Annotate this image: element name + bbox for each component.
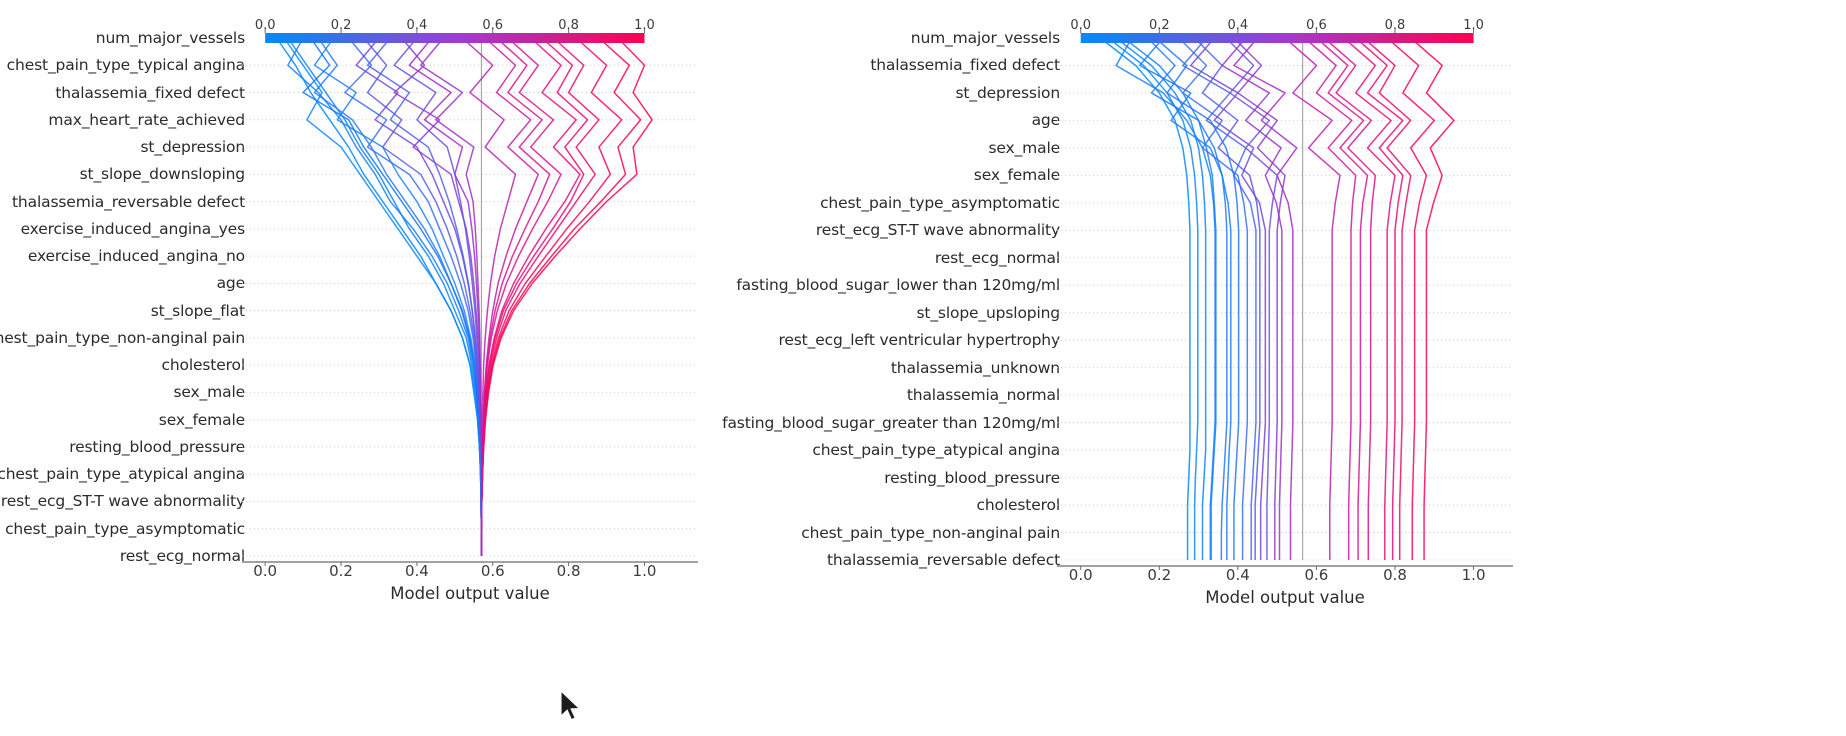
observation-line xyxy=(283,37,483,556)
feature-label: resting_blood_pressure xyxy=(884,468,1060,487)
feature-label: sex_male xyxy=(173,383,245,402)
feature-label: thalassemia_fixed defect xyxy=(870,56,1060,75)
x-axis-tick: 0.0 xyxy=(253,562,278,580)
feature-label: st_slope_flat xyxy=(150,301,245,320)
feature-label: cholesterol xyxy=(976,496,1060,515)
decision-plot-lines xyxy=(1057,29,1513,570)
feature-label: num_major_vessels xyxy=(95,29,245,47)
feature-label: num_major_vessels xyxy=(910,29,1060,47)
feature-label: thalassemia_reversable defect xyxy=(12,192,245,211)
feature-label: sex_female xyxy=(158,410,245,429)
decision-plot-lines xyxy=(242,29,698,566)
colorbar xyxy=(1080,33,1474,43)
feature-label: chest_pain_type_atypical angina xyxy=(0,465,245,484)
right-feature-label-column: num_major_vessels thalassemia_fixed defec… xyxy=(722,0,1061,736)
feature-label: exercise_induced_angina_no xyxy=(27,247,245,266)
observation-line xyxy=(419,37,483,556)
colorbar xyxy=(265,33,645,43)
x-axis-tick: 0.8 xyxy=(556,562,581,580)
x-axis-tick: 1.0 xyxy=(632,562,657,580)
observation-line xyxy=(1410,37,1455,560)
feature-label: rest_ecg_normal xyxy=(119,547,245,565)
observation-line xyxy=(1115,37,1216,560)
feature-label: max_heart_rate_achieved xyxy=(48,110,245,129)
feature-label: sex_male xyxy=(988,138,1060,157)
observation-line xyxy=(393,37,483,556)
feature-label: st_depression xyxy=(140,138,246,157)
shap-decision-plot-pair: num_major_vessels chest_pain_type_typical… xyxy=(0,0,1846,736)
observation-line xyxy=(480,37,551,556)
feature-label: thalassemia_unknown xyxy=(890,358,1060,377)
feature-label: st_depression xyxy=(955,83,1061,102)
observation-line xyxy=(1355,37,1404,560)
feature-label: age xyxy=(1031,111,1061,130)
observation-line xyxy=(1182,37,1257,560)
left-feature-label-column: num_major_vessels chest_pain_type_typical… xyxy=(0,0,245,736)
feature-label: chest_pain_type_typical angina xyxy=(6,56,245,75)
right-plot-area xyxy=(1057,29,1513,570)
x-axis-tick: 0.2 xyxy=(1147,566,1172,584)
observation-line xyxy=(1315,37,1369,560)
x-axis-tick: 0.0 xyxy=(1068,566,1093,584)
right-axis-title: Model output value xyxy=(1205,588,1365,607)
x-axis-tick: 0.8 xyxy=(1383,566,1407,584)
feature-label: rest_ecg_normal xyxy=(934,248,1060,267)
feature-label: thalassemia_normal xyxy=(906,386,1060,405)
feature-label: sex_female xyxy=(973,166,1060,185)
observation-line xyxy=(355,37,483,556)
observation-line xyxy=(287,37,483,556)
feature-label: rest_ecg_ST-T wave abnormality xyxy=(0,492,245,511)
observation-line xyxy=(1386,37,1436,560)
x-axis-tick: 0.6 xyxy=(480,562,505,580)
right-bottom-axis: Model output value 0.0 0.2 0.4 0.6 0.8 1.0 xyxy=(1065,560,1505,607)
feature-label: st_slope_upsloping xyxy=(916,303,1060,322)
right-decision-plot-panel: num_major_vessels thalassemia_fixed defec… xyxy=(722,0,1846,736)
x-axis-tick: 0.4 xyxy=(404,562,429,580)
observation-line xyxy=(302,37,483,556)
feature-label: resting_blood_pressure xyxy=(69,437,245,456)
observation-line xyxy=(1099,37,1191,560)
x-axis-tick: 0.2 xyxy=(329,562,353,580)
left-plot-area xyxy=(242,29,698,566)
left-decision-plot-panel: num_major_vessels chest_pain_type_typical… xyxy=(0,0,880,736)
left-axis-title: Model output value xyxy=(390,584,550,603)
feature-label: exercise_induced_angina_yes xyxy=(20,219,246,238)
observation-line xyxy=(1123,37,1217,560)
observation-line xyxy=(1107,37,1199,560)
x-axis-tick: 1.0 xyxy=(1461,566,1486,584)
feature-label: chest_pain_type_non-anginal pain xyxy=(0,328,245,347)
x-axis-tick: 0.4 xyxy=(1225,566,1250,584)
feature-label: chest_pain_type_asymptomatic xyxy=(5,519,245,538)
left-bottom-axis: Model output value 0.0 0.2 0.4 0.6 0.8 1.0 xyxy=(250,556,690,603)
feature-label: thalassemia_fixed defect xyxy=(55,83,245,102)
x-axis-tick: 0.6 xyxy=(1304,566,1329,584)
observation-line xyxy=(393,37,483,556)
observation-line xyxy=(344,37,483,556)
feature-label: age xyxy=(216,274,246,293)
feature-label: st_slope_downsloping xyxy=(79,165,246,184)
feature-label: cholesterol xyxy=(161,356,245,375)
